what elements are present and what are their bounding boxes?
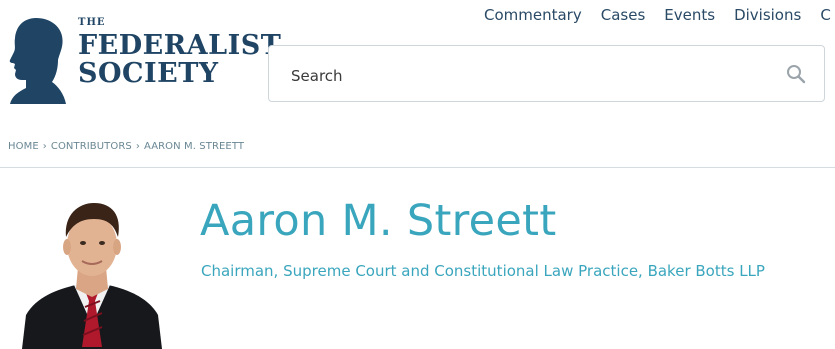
logo-the: THE xyxy=(78,17,106,28)
breadcrumb-contributors[interactable]: CONTRIBUTORS xyxy=(51,141,132,152)
search-box xyxy=(268,45,825,102)
site-logo[interactable]: THE FEDERALIST SOCIETY xyxy=(6,10,281,104)
breadcrumb: HOME › CONTRIBUTORS › AARON M. STREETT xyxy=(8,141,244,152)
breadcrumb-home[interactable]: HOME xyxy=(8,141,39,152)
search-icon[interactable] xyxy=(786,64,806,88)
nav-cases[interactable]: Cases xyxy=(601,6,646,24)
breadcrumb-separator: › xyxy=(42,141,47,152)
contributor-title: Chairman, Supreme Court and Constitution… xyxy=(201,262,765,280)
silhouette-icon xyxy=(9,18,67,104)
nav-events[interactable]: Events xyxy=(664,6,715,24)
nav-commentary[interactable]: Commentary xyxy=(484,6,582,24)
logo-society: SOCIETY xyxy=(78,58,219,89)
top-nav: Commentary Cases Events Divisions C xyxy=(484,6,831,24)
contributor-name: Aaron M. Streett xyxy=(200,196,557,246)
nav-item-truncated[interactable]: C xyxy=(820,6,830,24)
breadcrumb-current: AARON M. STREETT xyxy=(143,141,245,152)
profile-photo xyxy=(22,197,162,349)
breadcrumb-separator: › xyxy=(135,141,140,152)
divider xyxy=(0,167,835,168)
nav-divisions[interactable]: Divisions xyxy=(734,6,801,24)
search-input[interactable] xyxy=(289,64,763,88)
logo-federalist: FEDERALIST xyxy=(78,30,282,61)
